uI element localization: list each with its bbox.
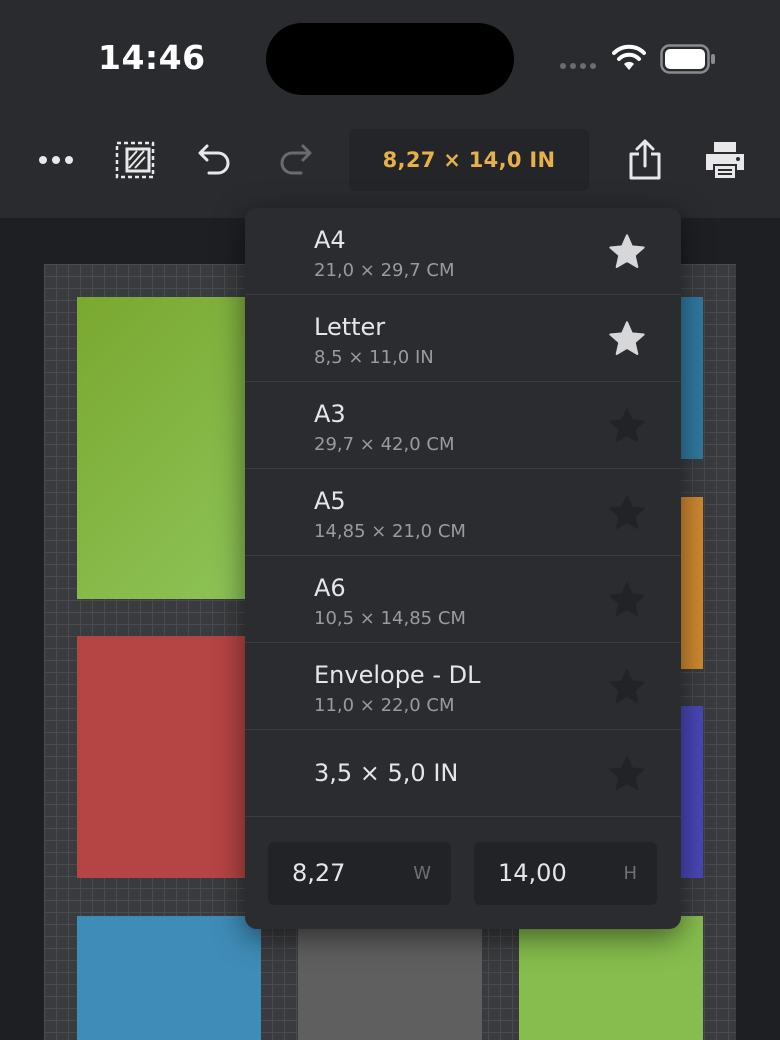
battery-icon — [660, 44, 715, 74]
status-time: 14:46 — [98, 38, 206, 77]
cellular-signal-icon — [560, 63, 596, 69]
star-icon[interactable] — [607, 754, 647, 794]
star-filled-icon[interactable] — [607, 232, 647, 272]
green-tile-2[interactable] — [519, 916, 703, 1040]
star-filled-icon[interactable] — [607, 319, 647, 359]
share-button[interactable] — [622, 130, 668, 190]
size-option-a4[interactable]: A4 21,0 × 29,7 CM — [245, 208, 681, 295]
size-option-a5[interactable]: A5 14,85 × 21,0 CM — [245, 469, 681, 556]
undo-icon — [198, 144, 230, 175]
dynamic-island — [266, 23, 514, 95]
red-tile[interactable] — [77, 636, 261, 878]
more-options-button[interactable] — [34, 130, 78, 190]
top-bar: 14:46 8,27 × 14,0 IN — [0, 0, 780, 218]
star-icon[interactable] — [607, 580, 647, 620]
green-tile[interactable] — [77, 297, 261, 599]
size-option-custom[interactable]: 3,5 × 5,0 IN — [245, 730, 681, 817]
star-icon[interactable] — [607, 493, 647, 533]
height-unit: H — [623, 863, 637, 884]
blue-tile[interactable] — [77, 916, 261, 1040]
size-option-a3[interactable]: A3 29,7 × 42,0 CM — [245, 382, 681, 469]
height-value: 14,00 — [498, 859, 567, 887]
height-input[interactable]: 14,00 H — [474, 842, 657, 905]
size-option-envelope-dl[interactable]: Envelope - DL 11,0 × 22,0 CM — [245, 643, 681, 730]
gray-tile[interactable] — [298, 916, 482, 1040]
wifi-icon — [612, 44, 646, 70]
share-icon — [629, 139, 661, 180]
margins-icon — [115, 141, 155, 179]
print-button[interactable] — [702, 130, 748, 190]
width-input[interactable]: 8,27 W — [268, 842, 451, 905]
width-unit: W — [413, 863, 431, 884]
redo-icon — [280, 144, 312, 175]
undo-button[interactable] — [192, 130, 238, 190]
ellipsis-icon — [39, 156, 73, 164]
page-size-dropdown: A4 21,0 × 29,7 CM Letter 8,5 × 11,0 IN A… — [245, 208, 681, 929]
width-value: 8,27 — [292, 859, 346, 887]
printer-icon — [706, 142, 744, 178]
page-size-selector[interactable]: 8,27 × 14,0 IN — [349, 129, 589, 191]
size-option-a6[interactable]: A6 10,5 × 14,85 CM — [245, 556, 681, 643]
star-icon[interactable] — [607, 406, 647, 446]
margins-button[interactable] — [112, 130, 158, 190]
star-icon[interactable] — [607, 667, 647, 707]
size-option-letter[interactable]: Letter 8,5 × 11,0 IN — [245, 295, 681, 382]
redo-button[interactable] — [272, 130, 318, 190]
